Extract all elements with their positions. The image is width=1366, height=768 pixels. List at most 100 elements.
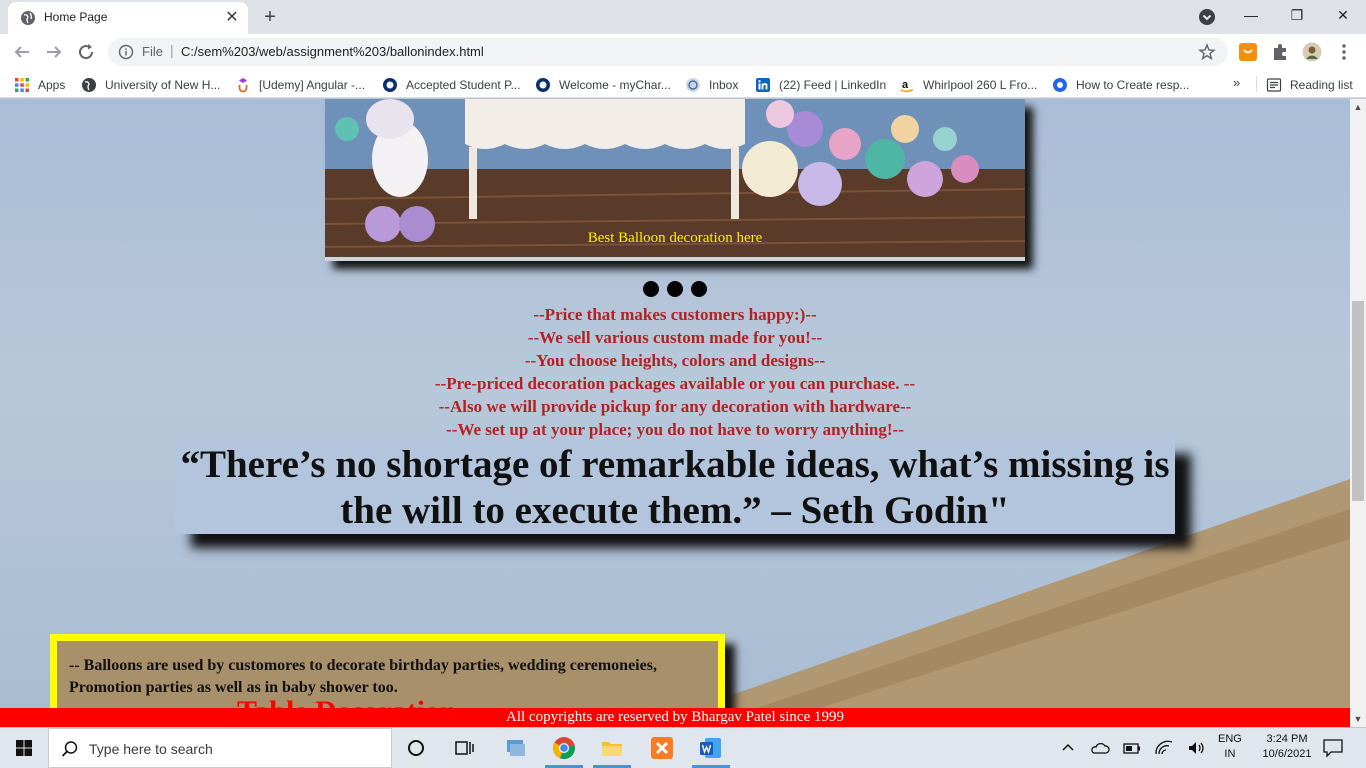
bookmark-linkedin[interactable]: (22) Feed | LinkedIn xyxy=(755,76,886,94)
linkedin-icon xyxy=(756,78,770,92)
bookmark-university[interactable]: University of New H... xyxy=(81,76,220,94)
notification-icon[interactable] xyxy=(1322,738,1344,758)
extension-icon[interactable] xyxy=(1238,42,1258,62)
chevron-up-icon[interactable] xyxy=(1058,738,1078,758)
university-icon xyxy=(536,78,550,92)
word-icon[interactable] xyxy=(699,736,723,760)
url-text[interactable]: C:/sem%203/web/assignment%203/balloninde… xyxy=(181,44,484,59)
info-text: -- Balloons are used by customores to de… xyxy=(69,657,657,696)
hero-slideshow-image: Best Balloon decoration here xyxy=(325,99,1025,261)
forward-arrow-icon[interactable] xyxy=(42,40,66,64)
file-explorer-icon[interactable] xyxy=(600,736,624,760)
bookmark-how-to-create[interactable]: How to Create resp... xyxy=(1052,76,1189,94)
quote-box: “There’s no shortage of remarkable ideas… xyxy=(175,440,1175,534)
clock-date: 10/6/2021 xyxy=(1262,748,1312,760)
globe-icon xyxy=(21,11,35,25)
bookmark-label: Inbox xyxy=(709,78,739,92)
lang-code: ENG xyxy=(1218,733,1242,745)
bookmark-mycharger[interactable]: Welcome - myChar... xyxy=(535,76,671,94)
more-menu-icon[interactable] xyxy=(1334,42,1354,62)
clock-time: 3:24 PM xyxy=(1266,733,1308,745)
footer-text: All copyrights are reserved by Bhargav P… xyxy=(506,709,844,725)
tab-home-page[interactable]: Home Page ✕ xyxy=(8,2,248,34)
new-tab-button[interactable]: + xyxy=(258,5,282,29)
puzzle-extensions-icon[interactable] xyxy=(1270,42,1290,62)
tab-close-icon[interactable]: ✕ xyxy=(222,8,242,28)
volume-icon[interactable] xyxy=(1186,738,1206,758)
profile-avatar-icon[interactable] xyxy=(1302,42,1322,62)
battery-icon[interactable] xyxy=(1122,738,1142,758)
minimize-button[interactable]: — xyxy=(1228,0,1274,32)
bookmark-accepted-student[interactable]: Accepted Student P... xyxy=(382,76,521,94)
reading-list-label: Reading list xyxy=(1290,78,1353,92)
slide-dot-3[interactable] xyxy=(691,281,707,297)
windows-start-icon[interactable] xyxy=(0,728,48,768)
chrome-icon[interactable] xyxy=(552,736,576,760)
edge-icon xyxy=(1053,78,1067,92)
address-bar[interactable]: File | C:/sem%203/web/assignment%203/bal… xyxy=(108,38,1228,66)
bookmark-label: [Udemy] Angular -... xyxy=(259,78,366,92)
wifi-icon[interactable] xyxy=(1154,738,1174,758)
feature-line: --Pre-priced decoration packages availab… xyxy=(434,374,916,393)
bookmark-udemy[interactable]: [Udemy] Angular -... xyxy=(235,76,365,94)
bookmark-inbox[interactable]: Inbox xyxy=(685,76,738,94)
task-view-icon[interactable] xyxy=(452,736,476,760)
bookmark-label: How to Create resp... xyxy=(1076,78,1190,92)
system-clock[interactable]: 3:24 PM 10/6/2021 xyxy=(1254,732,1320,762)
bookmark-star-icon[interactable] xyxy=(1198,43,1216,61)
apps-grid-icon xyxy=(15,78,29,92)
feature-line: --We sell various custom made for you!-- xyxy=(527,328,823,347)
search-icon xyxy=(61,741,78,757)
footer-copyright: All copyrights are reserved by Bhargav P… xyxy=(0,708,1350,727)
slide-caption: Best Balloon decoration here xyxy=(587,230,763,246)
bookmark-label: Welcome - myChar... xyxy=(559,78,671,92)
amazon-icon: a xyxy=(900,79,914,93)
quote-text: “There’s no shortage of remarkable ideas… xyxy=(180,443,1170,532)
info-icon[interactable] xyxy=(118,44,134,60)
tab-search-icon[interactable] xyxy=(1198,8,1216,26)
browser-toolbar: File | C:/sem%203/web/assignment%203/bal… xyxy=(0,34,1366,70)
scheme-label: File xyxy=(142,44,163,59)
slide-dots xyxy=(643,281,707,299)
university-icon xyxy=(383,78,397,92)
bookmark-label: University of New H... xyxy=(105,78,221,92)
feature-line: --You choose heights, colors and designs… xyxy=(524,351,826,370)
back-arrow-icon[interactable] xyxy=(10,40,34,64)
mail-icon xyxy=(686,78,700,92)
tab-title: Home Page xyxy=(44,10,108,24)
bookmark-label: Apps xyxy=(38,78,66,92)
svg-text:a: a xyxy=(902,79,909,91)
xampp-icon[interactable] xyxy=(650,736,674,760)
udemy-icon xyxy=(238,78,248,93)
bookmark-label: (22) Feed | LinkedIn xyxy=(779,78,887,92)
restore-button[interactable]: ❐ xyxy=(1274,0,1320,32)
language-indicator[interactable]: ENG IN xyxy=(1218,732,1242,762)
page-scrollbar[interactable]: ▲ ▼ xyxy=(1350,99,1366,727)
bookmarks-overflow-button[interactable]: » xyxy=(1233,75,1240,90)
window-close-button[interactable]: ✕ xyxy=(1320,0,1366,32)
reload-icon[interactable] xyxy=(74,40,98,64)
bookmark-label: Accepted Student P... xyxy=(406,78,521,92)
slide-dot-2[interactable] xyxy=(667,281,683,297)
network-drive-icon[interactable] xyxy=(504,736,528,760)
bookmark-apps[interactable]: Apps xyxy=(14,76,65,94)
bookmarks-divider xyxy=(1256,76,1257,92)
feature-line: --Price that makes customers happy:)-- xyxy=(533,305,817,324)
scroll-up-arrow-icon[interactable]: ▲ xyxy=(1350,99,1366,115)
tab-strip: Home Page ✕ + — ❐ ✕ xyxy=(0,0,1366,34)
bookmark-whirlpool[interactable]: a Whirlpool 260 L Fro... xyxy=(899,76,1037,94)
reading-list-icon xyxy=(1266,78,1282,92)
cortana-icon[interactable] xyxy=(404,736,428,760)
taskbar-search-box[interactable]: Type here to search xyxy=(48,728,392,768)
onedrive-icon[interactable] xyxy=(1090,738,1110,758)
windows-taskbar: Type here to search ENG IN 3:24 PM 10/6/… xyxy=(0,728,1366,768)
scroll-thumb[interactable] xyxy=(1352,301,1364,501)
slide-dot-1[interactable] xyxy=(643,281,659,297)
feature-line: --We set up at your place; you do not ha… xyxy=(446,420,904,439)
bookmark-label: Whirlpool 260 L Fro... xyxy=(923,78,1038,92)
scheme-separator: | xyxy=(170,42,174,58)
reading-list-button[interactable]: Reading list xyxy=(1266,76,1353,94)
feature-list: --Price that makes customers happy:)-- -… xyxy=(325,303,1025,441)
scroll-down-arrow-icon[interactable]: ▼ xyxy=(1350,711,1366,727)
feature-line: --Also we will provide pickup for any de… xyxy=(438,397,912,416)
